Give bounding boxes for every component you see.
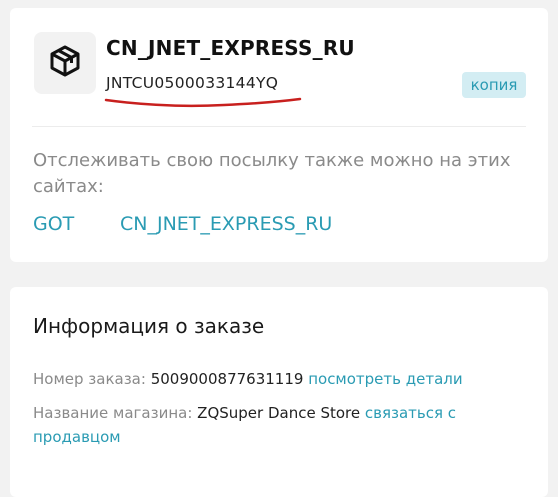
site-link-got[interactable]: GOT <box>33 213 74 235</box>
handwritten-underline <box>104 97 302 108</box>
tracking-number: JNTCU0500033144YQ <box>106 74 279 92</box>
store-name-value: ZQSuper Dance Store <box>197 404 361 422</box>
order-number-label: Номер заказа: <box>33 370 146 388</box>
order-number-value: 5009000877631119 <box>150 370 304 388</box>
package-icon-container <box>34 32 96 94</box>
store-row: Название магазина: ZQSuper Dance Store с… <box>33 401 533 449</box>
divider <box>32 126 526 127</box>
order-number-row: Номер заказа: 5009000877631119 посмотрет… <box>33 367 533 391</box>
view-details-link[interactable]: посмотреть детали <box>308 370 462 388</box>
also-track-text: Отслеживать свою посылку также можно на … <box>33 150 511 197</box>
store-name-label: Название магазина: <box>33 404 193 422</box>
tracking-card: CN_JNET_EXPRESS_RU JNTCU0500033144YQ коп… <box>10 8 548 262</box>
carrier-name: CN_JNET_EXPRESS_RU <box>106 36 355 60</box>
copy-button[interactable]: копия <box>462 72 526 98</box>
package-icon <box>48 44 82 82</box>
order-info-card: Информация о заказе Номер заказа: 500900… <box>10 287 548 497</box>
site-link-cn-jnet-express-ru[interactable]: CN_JNET_EXPRESS_RU <box>120 213 332 235</box>
order-info-title: Информация о заказе <box>33 314 265 338</box>
